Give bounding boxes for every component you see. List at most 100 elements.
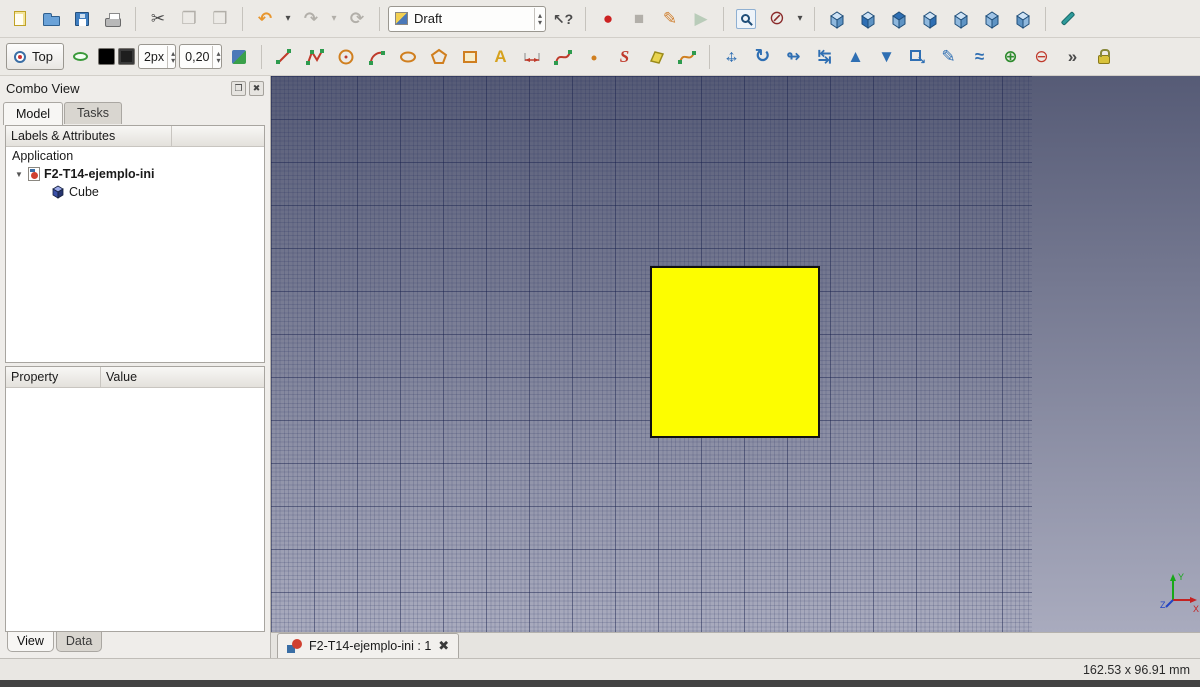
refresh-icon[interactable]: ⟳ (343, 5, 371, 33)
view-front-icon[interactable] (854, 5, 882, 33)
toolbar-overflow-icon[interactable]: » (1059, 43, 1087, 71)
draw-style-dropdown-icon[interactable]: ▾ (794, 5, 806, 33)
scale-tool-icon[interactable]: ↘ (904, 43, 932, 71)
save-icon[interactable] (68, 5, 96, 33)
shape-2d-view-icon[interactable]: ≈ (966, 43, 994, 71)
standard-toolbar: ✂ ❐ ❒ ↶ ▾ ↷ ▾ ⟳ Draft ▴ ▾ ↖? ● ■ ✎ ▶ ⊘ ▾ (0, 0, 1200, 38)
tab-close-icon[interactable]: ✖ (438, 638, 449, 654)
offset-tool-icon[interactable]: ↬ (780, 43, 808, 71)
view-bottom-icon[interactable] (978, 5, 1006, 33)
circle-tool-icon[interactable] (332, 43, 360, 71)
edit-tool-icon[interactable]: ✎ (935, 43, 963, 71)
text-height-spinner[interactable]: ▴ ▾ (212, 46, 220, 68)
dimension-tool-icon[interactable] (518, 43, 546, 71)
freecad-logo-icon (287, 639, 302, 654)
paste-icon[interactable]: ❒ (206, 5, 234, 33)
trimex-tool-icon[interactable]: ↹ (811, 43, 839, 71)
line-width-spinner[interactable]: ▴ ▾ (167, 46, 175, 68)
redo-dropdown-icon[interactable]: ▾ (328, 5, 340, 33)
point-tool-icon[interactable] (580, 43, 608, 71)
ruler-icon (1061, 11, 1076, 26)
document-label: F2-T14-ejemplo-ini (44, 167, 154, 181)
tab-view[interactable]: View (7, 632, 54, 652)
workbench-selector[interactable]: Draft ▴ ▾ (388, 6, 546, 32)
add-point-icon[interactable]: ⊕ (997, 43, 1025, 71)
wire-tool-icon[interactable] (301, 43, 329, 71)
rotate-tool-icon[interactable]: ↻ (749, 43, 777, 71)
spin-down-icon: ▾ (538, 19, 542, 26)
working-plane-button[interactable]: Top (6, 43, 64, 70)
ellipse-tool-icon[interactable] (394, 43, 422, 71)
panel-float-icon[interactable]: ❐ (231, 81, 246, 96)
remove-point-icon[interactable]: ⊖ (1028, 43, 1056, 71)
document-tab[interactable]: F2-T14-ejemplo-ini : 1 ✖ (277, 633, 459, 658)
panel-close-icon[interactable]: ✖ (249, 81, 264, 96)
downgrade-tool-icon[interactable]: ▼ (873, 43, 901, 71)
redo-icon[interactable]: ↷ (297, 5, 325, 33)
text-height-spinbox[interactable]: 0,20 ▴ ▾ (179, 44, 221, 69)
tab-tasks[interactable]: Tasks (64, 102, 122, 124)
line-width-spinbox[interactable]: 2px ▴ ▾ (138, 44, 176, 69)
tab-data[interactable]: Data (56, 632, 102, 652)
combo-view-tabs: Model Tasks (0, 100, 270, 124)
tree-item-document[interactable]: ▼ F2-T14-ejemplo-ini (6, 165, 264, 183)
bezier-tool-icon[interactable] (673, 43, 701, 71)
whats-this-icon[interactable]: ↖? (549, 5, 577, 33)
arc-tool-icon[interactable] (363, 43, 391, 71)
zoom-region-icon[interactable] (732, 5, 760, 33)
property-editor-body[interactable] (6, 388, 264, 631)
measure-icon[interactable] (1054, 5, 1082, 33)
view-axonometric-icon[interactable] (823, 5, 851, 33)
view-right-icon[interactable] (916, 5, 944, 33)
new-document-icon[interactable] (6, 5, 34, 33)
macro-play-icon[interactable]: ▶ (687, 5, 715, 33)
facebinder-tool-icon[interactable] (642, 43, 670, 71)
open-folder-icon[interactable] (37, 5, 65, 33)
cube-top-view[interactable] (650, 266, 820, 438)
text-tool-icon[interactable]: A (487, 43, 515, 71)
move-tool-icon[interactable]: ↔ ↕ (718, 43, 746, 71)
axis-indicator: Y X Z (1159, 568, 1200, 616)
grid-toggle-icon[interactable] (67, 43, 95, 71)
tree-header[interactable]: Labels & Attributes (6, 126, 264, 147)
polygon-tool-icon[interactable] (425, 43, 453, 71)
upgrade-tool-icon[interactable]: ▲ (842, 43, 870, 71)
cut-icon[interactable]: ✂ (144, 5, 172, 33)
bspline-tool-icon[interactable] (549, 43, 577, 71)
property-editor: Property Value (5, 366, 265, 632)
shapestring-tool-icon[interactable]: S (611, 43, 639, 71)
toolbar-separator (723, 7, 724, 31)
tree-item-cube[interactable]: Cube (6, 183, 264, 201)
view-top-icon[interactable] (885, 5, 913, 33)
status-bar: 162.53 x 96.91 mm (0, 658, 1200, 680)
face-color-swatch[interactable] (118, 48, 135, 65)
line-color-swatch[interactable] (98, 48, 115, 65)
macro-edit-icon[interactable]: ✎ (656, 5, 684, 33)
line-tool-icon[interactable] (270, 43, 298, 71)
undo-icon[interactable]: ↶ (251, 5, 279, 33)
draft-workbench-icon (395, 12, 408, 25)
rectangle-tool-icon[interactable] (456, 43, 484, 71)
axis-y-label: Y (1178, 572, 1184, 582)
macro-stop-icon[interactable]: ■ (625, 5, 653, 33)
print-icon[interactable] (99, 5, 127, 33)
value-column-header: Value (101, 367, 264, 387)
undo-dropdown-icon[interactable]: ▾ (282, 5, 294, 33)
macro-record-icon[interactable]: ● (594, 5, 622, 33)
spin-down-icon: ▾ (216, 57, 220, 64)
view-rear-icon[interactable] (947, 5, 975, 33)
property-editor-header[interactable]: Property Value (6, 367, 264, 388)
workbench-selector-spinner[interactable]: ▴ ▾ (534, 8, 542, 30)
draw-style-icon[interactable]: ⊘ (763, 5, 791, 33)
tab-model[interactable]: Model (3, 102, 63, 125)
property-column-header: Property (6, 367, 101, 387)
axis-z-label: Z (1160, 600, 1166, 610)
copy-icon[interactable]: ❐ (175, 5, 203, 33)
tree-expander-icon[interactable]: ▼ (15, 170, 24, 179)
tree-item-application[interactable]: Application (6, 147, 264, 165)
combo-view-panel: Combo View ❐ ✖ Model Tasks Labels & Attr… (0, 76, 271, 658)
view-left-icon[interactable] (1009, 5, 1037, 33)
autogroup-icon[interactable] (225, 43, 253, 71)
3d-viewport[interactable]: Y X Z (271, 76, 1200, 632)
lock-toolbar-icon[interactable] (1090, 43, 1118, 71)
